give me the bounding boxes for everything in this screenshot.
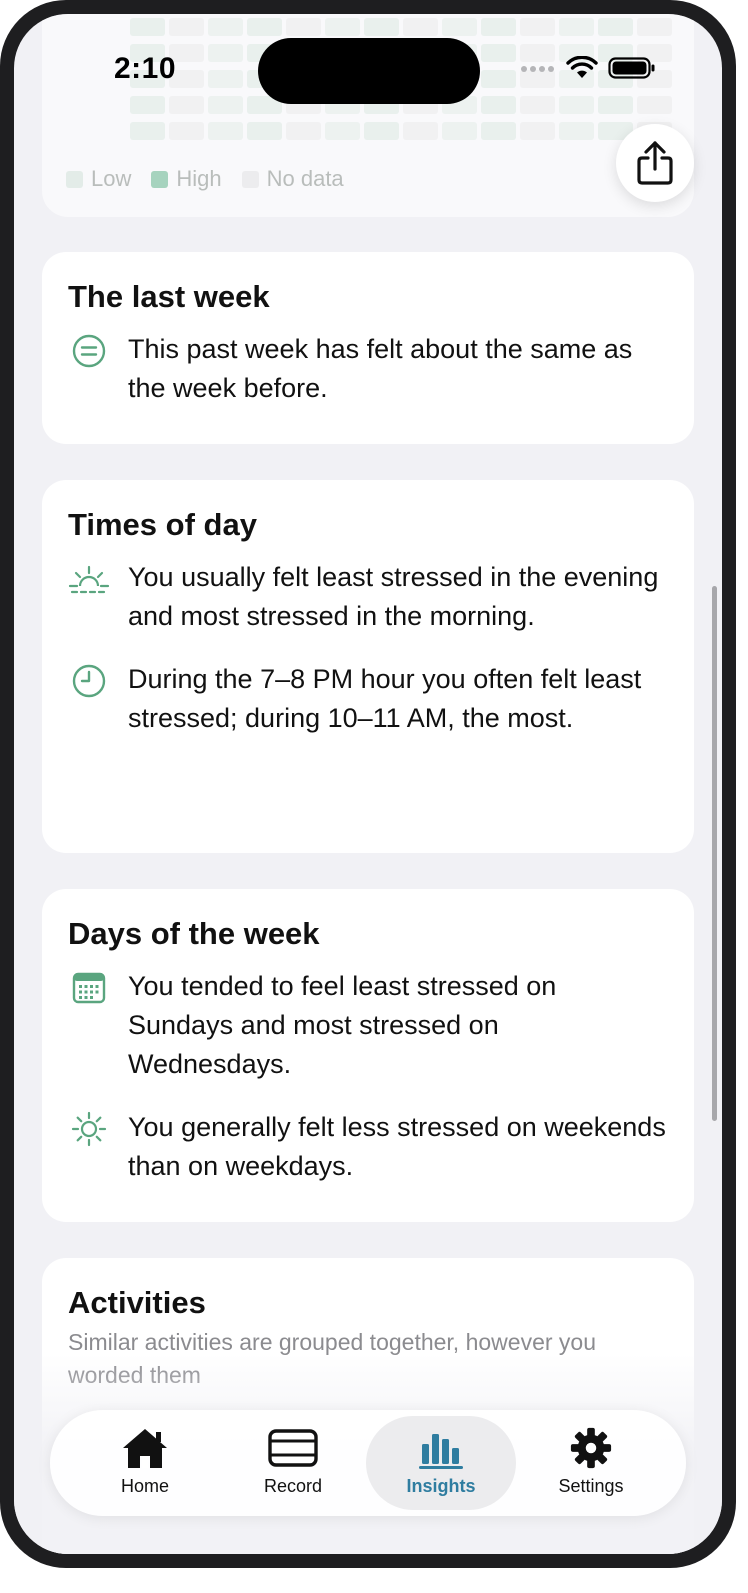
calendar-icon: [68, 967, 110, 1009]
insight-item: You usually felt least stressed in the e…: [68, 558, 668, 636]
heatmap-cell: [481, 96, 516, 114]
heatmap-cell: [169, 122, 204, 140]
heatmap-cell: [325, 18, 360, 36]
last-week-card: The last week This past week has felt ab…: [42, 252, 694, 444]
battery-icon: [608, 57, 655, 79]
heatmap-cell: [208, 122, 243, 140]
heatmap-cell: [169, 96, 204, 114]
legend-no-data: No data: [241, 166, 344, 192]
heatmap-cell: [598, 18, 633, 36]
heatmap-cell: [130, 18, 165, 36]
insight-text: This past week has felt about the same a…: [128, 334, 633, 403]
insight-text: You generally felt less stressed on week…: [128, 1112, 666, 1181]
last-week-title: The last week: [68, 279, 270, 314]
insight-item: This past week has felt about the same a…: [68, 330, 668, 408]
heatmap-cell: [520, 18, 555, 36]
tab-settings-label: Settings: [558, 1476, 624, 1496]
legend-high-swatch: [151, 170, 169, 188]
days-of-week-card: Days of the week You tended to feel leas…: [42, 889, 694, 1222]
tab-insights-label: Insights: [406, 1476, 476, 1496]
times-of-day-title: Times of day: [68, 507, 257, 542]
legend-low: Low: [66, 166, 131, 192]
wifi-icon: [566, 56, 598, 78]
heatmap-cell: [130, 96, 165, 114]
heatmap-legend: Low High No data: [66, 166, 344, 192]
tab-record-label: Record: [263, 1476, 323, 1496]
legend-low-label: Low: [91, 166, 132, 191]
clock-icon: [68, 660, 110, 702]
heatmap-cell: [481, 18, 516, 36]
heatmap-cell: [481, 44, 516, 62]
heatmap-cell: [286, 122, 321, 140]
scroll-indicator[interactable]: [712, 586, 717, 1121]
phone-frame: Low High No data 2:10 The last week This…: [0, 0, 736, 1568]
times-of-day-card: Times of day You usually felt least stre…: [42, 480, 694, 853]
heatmap-cell: [403, 18, 438, 36]
share-icon: [637, 141, 673, 185]
heatmap-cell: [520, 96, 555, 114]
heatmap-cell: [247, 122, 282, 140]
tab-home-label: Home: [120, 1476, 169, 1496]
heatmap-cell: [637, 96, 672, 114]
heatmap-cell: [364, 18, 399, 36]
house-icon: [123, 1429, 167, 1468]
sun-icon: [68, 1108, 110, 1150]
insight-text: You usually felt least stressed in the e…: [128, 562, 659, 631]
insight-item: You tended to feel least stressed on Sun…: [68, 967, 668, 1084]
chart-icon: [419, 1434, 463, 1469]
heatmap-cell: [442, 18, 477, 36]
heatmap-cell: [247, 18, 282, 36]
heatmap-cell: [169, 18, 204, 36]
screen: Low High No data 2:10 The last week This…: [14, 14, 722, 1554]
heatmap-cell: [598, 96, 633, 114]
tab-insights[interactable]: Insights: [366, 1416, 516, 1510]
status-time: 2:10: [114, 52, 177, 85]
tab-home[interactable]: Home: [70, 1416, 220, 1510]
insight-item: During the 7–8 PM hour you often felt le…: [68, 660, 668, 738]
heatmap-cell: [325, 122, 360, 140]
share-button[interactable]: [616, 124, 694, 202]
legend-high-label: High: [176, 166, 222, 191]
heatmap-cell: [208, 44, 243, 62]
insight-text: You tended to feel least stressed on Sun…: [128, 971, 557, 1079]
heatmap-cell: [481, 70, 516, 88]
status-indicators: [520, 56, 656, 80]
signal-icon: [521, 66, 554, 72]
legend-no-data-label: No data: [266, 166, 344, 191]
tab-bar: Home Record Insights Settings: [50, 1410, 686, 1516]
tab-record[interactable]: Record: [218, 1416, 368, 1510]
heatmap-cell: [559, 96, 594, 114]
heatmap-cell: [559, 18, 594, 36]
sunrise-icon: [68, 558, 110, 600]
legend-no-data-swatch: [241, 170, 259, 188]
heatmap-cell: [208, 96, 243, 114]
record-icon: [268, 1429, 318, 1467]
heatmap-cell: [208, 18, 243, 36]
insight-item: You generally felt less stressed on week…: [68, 1108, 668, 1186]
dynamic-island: [258, 38, 480, 104]
heatmap-cell: [403, 122, 438, 140]
heatmap-cell: [481, 122, 516, 140]
tab-settings[interactable]: Settings: [516, 1416, 666, 1510]
activities-title: Activities: [68, 1285, 206, 1320]
equal-circle-icon: [68, 330, 110, 372]
heatmap-cell: [364, 122, 399, 140]
legend-high: High: [151, 166, 222, 192]
legend-low-swatch: [66, 170, 83, 188]
heatmap-cell: [637, 18, 672, 36]
heatmap-cell: [130, 122, 165, 140]
days-of-week-title: Days of the week: [68, 916, 320, 951]
heatmap-cell: [286, 18, 321, 36]
heatmap-cell: [442, 122, 477, 140]
insight-text: During the 7–8 PM hour you often felt le…: [128, 664, 642, 733]
heatmap-cell: [520, 122, 555, 140]
gear-icon: [570, 1427, 612, 1469]
heatmap-cell: [559, 122, 594, 140]
heatmap-cell: [208, 70, 243, 88]
